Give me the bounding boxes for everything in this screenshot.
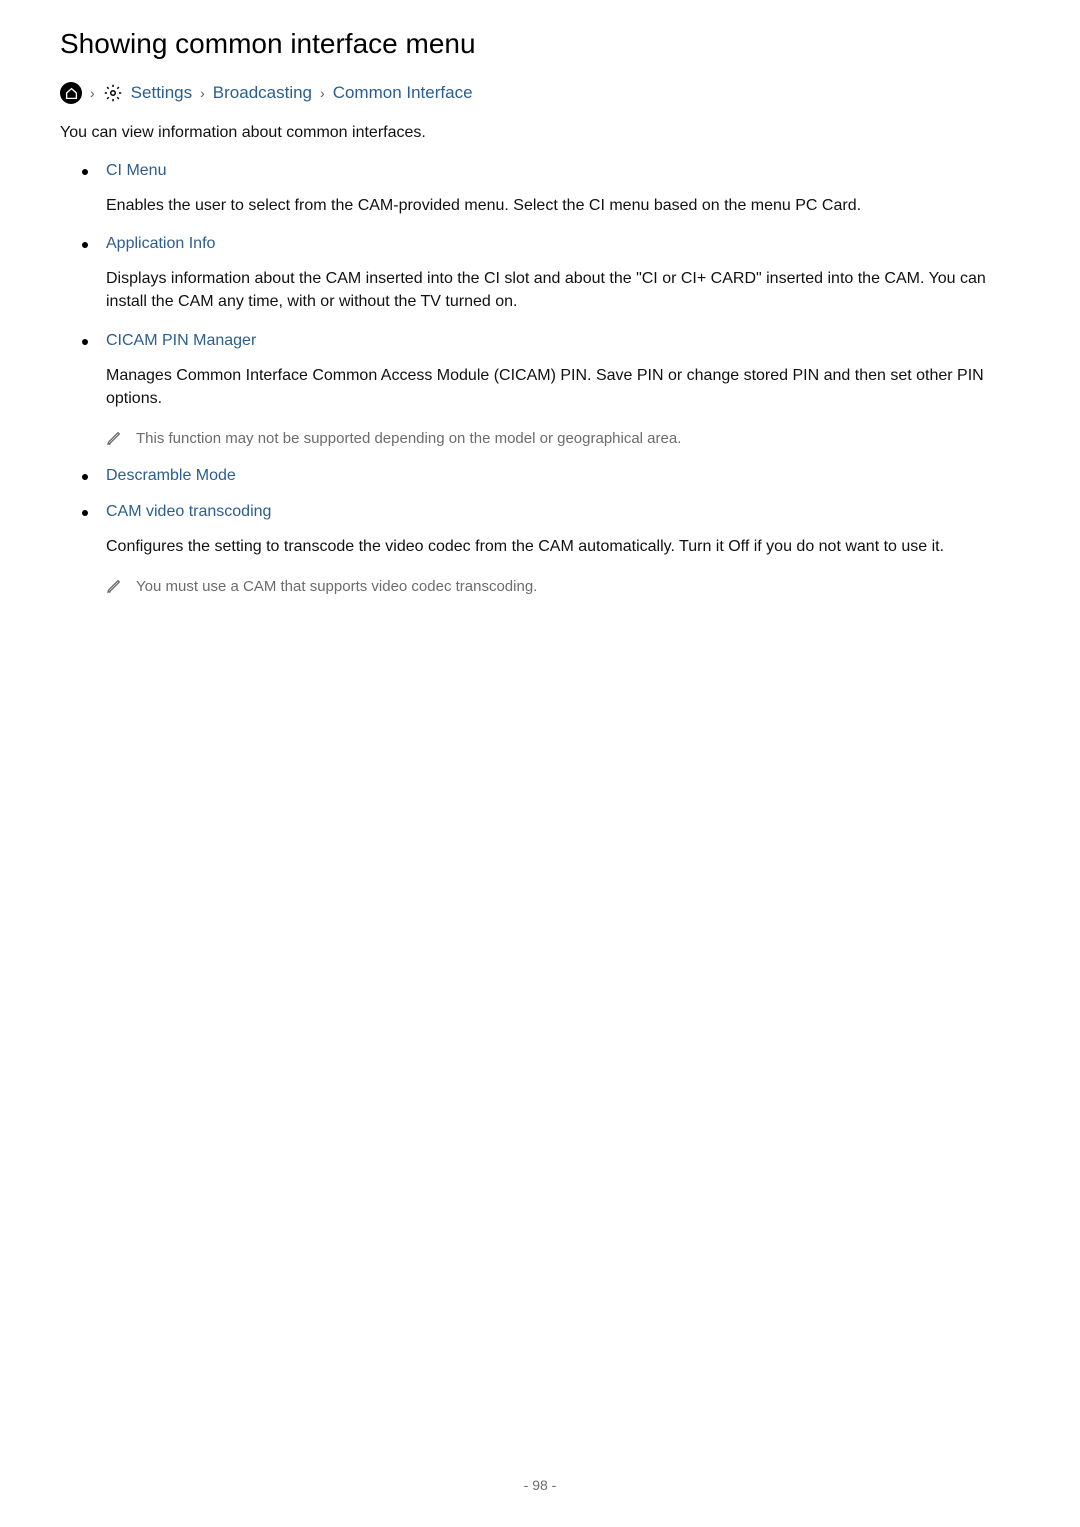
pencil-icon: [106, 430, 122, 446]
list-item-title[interactable]: CAM video transcoding: [106, 503, 1020, 521]
note: This function may not be supported depen…: [106, 428, 1020, 449]
gear-icon[interactable]: [103, 83, 123, 103]
breadcrumb-broadcasting[interactable]: Broadcasting: [213, 83, 312, 103]
list-item: Descramble Mode: [106, 467, 1020, 485]
list-item: CAM video transcoding Configures the sett…: [106, 503, 1020, 597]
chevron-icon: ›: [200, 85, 205, 101]
list-item-description: Enables the user to select from the CAM-…: [106, 194, 1020, 217]
note-text: You must use a CAM that supports video c…: [136, 576, 537, 597]
list-item-title[interactable]: CICAM PIN Manager: [106, 332, 1020, 350]
breadcrumb: › Settings › Broadcasting › Common Inter…: [60, 82, 1020, 104]
pencil-icon: [106, 578, 122, 594]
list-item-title[interactable]: CI Menu: [106, 162, 1020, 180]
list-item-title[interactable]: Application Info: [106, 235, 1020, 253]
note-text: This function may not be supported depen…: [136, 428, 681, 449]
note: You must use a CAM that supports video c…: [106, 576, 1020, 597]
list-item: Application Info Displays information abo…: [106, 235, 1020, 313]
page-number: - 98 -: [0, 1477, 1080, 1493]
list-item-title[interactable]: Descramble Mode: [106, 467, 1020, 485]
home-icon[interactable]: [60, 82, 82, 104]
breadcrumb-common-interface[interactable]: Common Interface: [333, 83, 473, 103]
breadcrumb-settings[interactable]: Settings: [131, 83, 192, 103]
list-item: CI Menu Enables the user to select from t…: [106, 162, 1020, 217]
list-item-description: Configures the setting to transcode the …: [106, 535, 1020, 558]
chevron-icon: ›: [90, 85, 95, 101]
list-item-description: Displays information about the CAM inser…: [106, 267, 1020, 313]
page-title: Showing common interface menu: [60, 28, 1020, 60]
chevron-icon: ›: [320, 85, 325, 101]
list-item-description: Manages Common Interface Common Access M…: [106, 364, 1020, 410]
intro-text: You can view information about common in…: [60, 124, 1020, 142]
list-item: CICAM PIN Manager Manages Common Interfac…: [106, 332, 1020, 449]
